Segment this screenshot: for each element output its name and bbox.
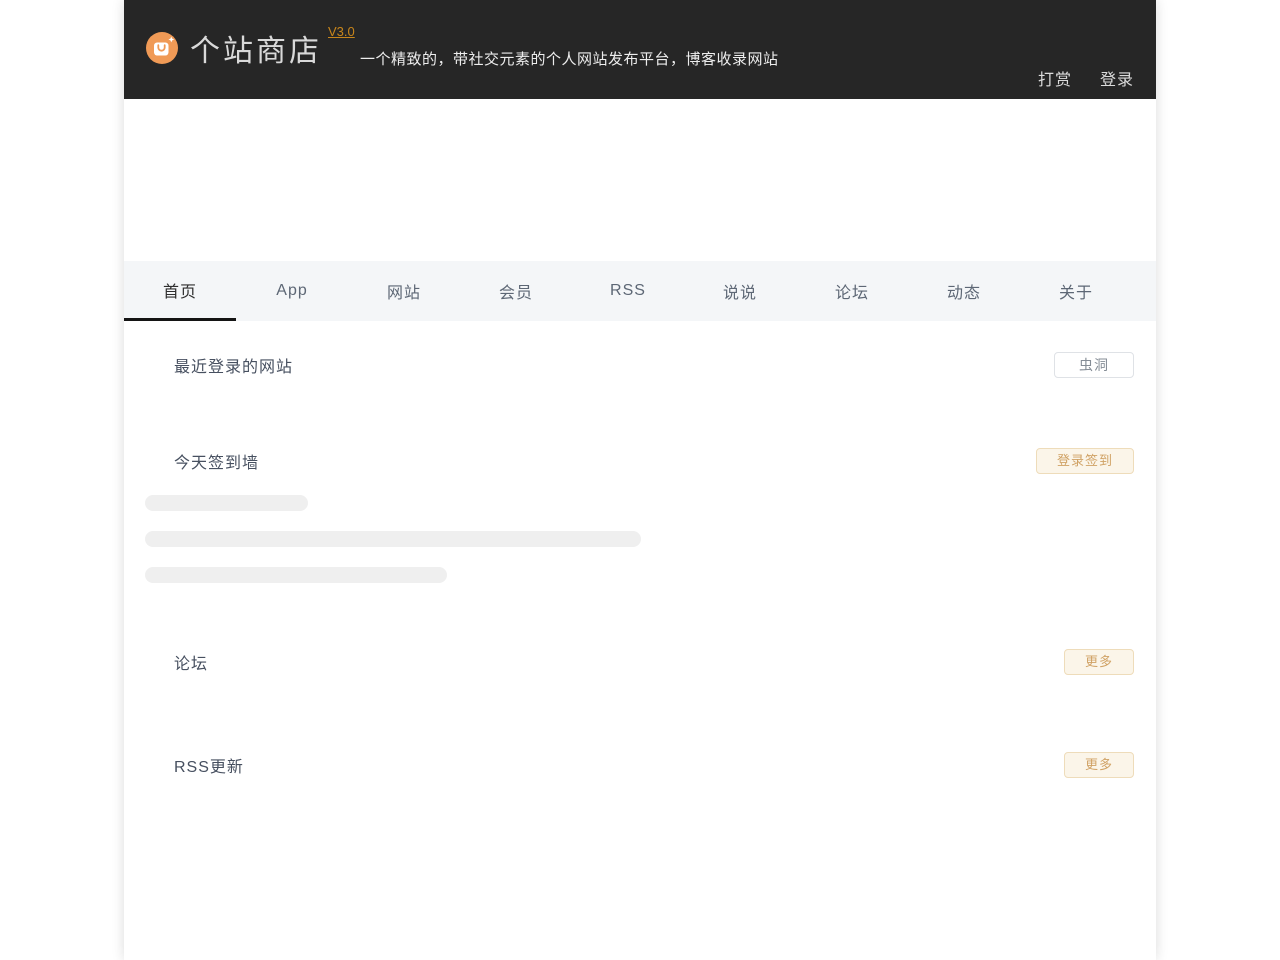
tab-shuoshuo[interactable]: 说说 [684, 261, 796, 321]
skeleton-bar [145, 567, 447, 583]
tab-home[interactable]: 首页 [124, 261, 236, 321]
skeleton-bar [145, 531, 641, 547]
reward-button[interactable]: 打赏 [1038, 66, 1072, 90]
tab-website[interactable]: 网站 [348, 261, 460, 321]
tab-rss[interactable]: RSS [572, 261, 684, 321]
tab-about[interactable]: 关于 [1020, 261, 1132, 321]
section-forum: 论坛 更多 [145, 649, 1134, 675]
main-content: 最近登录的网站 虫洞 今天签到墙 登录签到 论坛 更多 RSS更新 更多 [124, 352, 1156, 778]
page-column: 个站商店 V3.0 一个精致的，带社交元素的个人网站发布平台，博客收录网站 打赏… [124, 0, 1156, 960]
version-link[interactable]: V3.0 [328, 24, 355, 39]
section-rss-updates: RSS更新 更多 [145, 752, 1134, 778]
section-title-rss-updates: RSS更新 [174, 759, 244, 776]
signin-wall-loading-skeleton [145, 495, 1134, 583]
wormhole-button[interactable]: 虫洞 [1054, 352, 1134, 378]
forum-more-button[interactable]: 更多 [1063, 649, 1134, 675]
header-actions: 打赏 登录 [1038, 66, 1134, 90]
hero-banner-empty [124, 99, 1156, 261]
tab-forum[interactable]: 论坛 [796, 261, 908, 321]
shopping-bag-icon[interactable] [146, 32, 178, 64]
section-title-forum: 论坛 [174, 656, 209, 673]
tab-member[interactable]: 会员 [460, 261, 572, 321]
login-button[interactable]: 登录 [1100, 66, 1134, 90]
site-header: 个站商店 V3.0 一个精致的，带社交元素的个人网站发布平台，博客收录网站 打赏… [124, 0, 1156, 99]
login-signin-button[interactable]: 登录签到 [1035, 448, 1134, 474]
main-nav: 首页 App 网站 会员 RSS 说说 论坛 动态 关于 [124, 261, 1156, 321]
section-title-recent-sites: 最近登录的网站 [174, 359, 294, 376]
rss-more-button[interactable]: 更多 [1063, 752, 1134, 778]
section-title-signin-wall: 今天签到墙 [174, 455, 260, 472]
skeleton-bar [145, 495, 308, 511]
tab-app[interactable]: App [236, 261, 348, 321]
site-subtitle: 一个精致的，带社交元素的个人网站发布平台，博客收录网站 [360, 51, 779, 68]
section-signin-wall: 今天签到墙 登录签到 [145, 448, 1134, 474]
section-recent-sites: 最近登录的网站 虫洞 [145, 352, 1134, 378]
site-title: 个站商店 [190, 35, 322, 68]
tab-activity[interactable]: 动态 [908, 261, 1020, 321]
